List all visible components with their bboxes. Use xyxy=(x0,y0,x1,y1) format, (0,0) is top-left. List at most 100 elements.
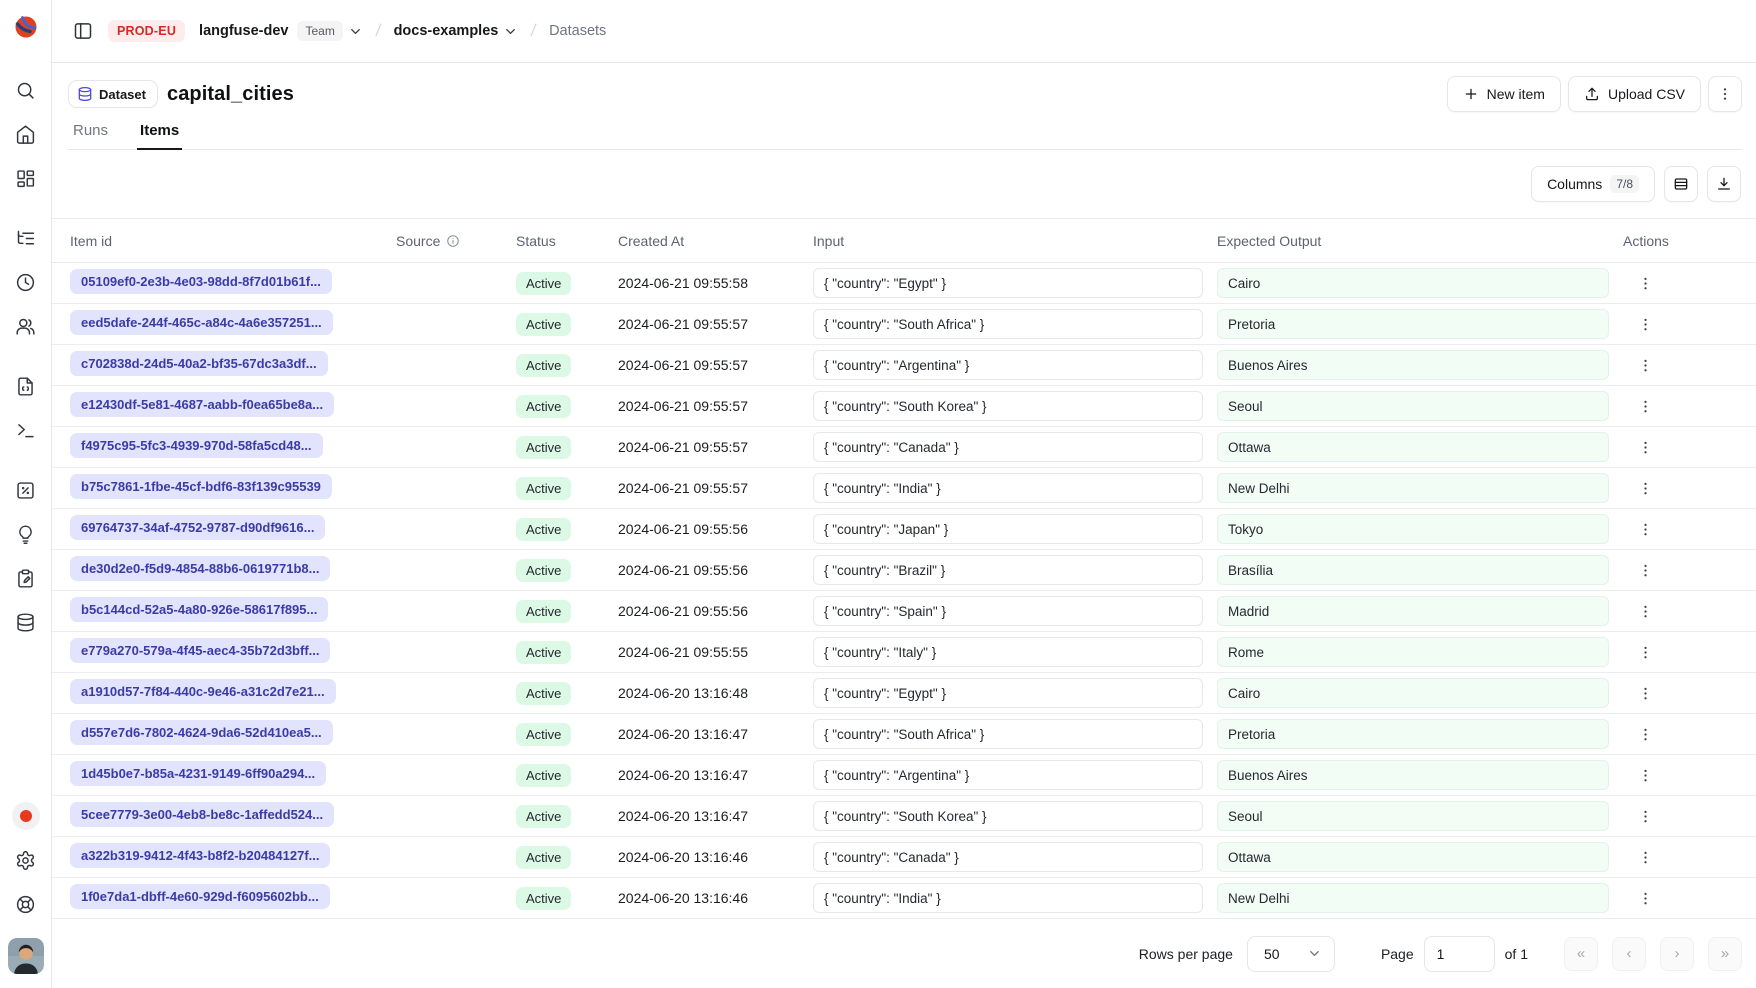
table-row[interactable]: e779a270-579a-4f45-aec4-35b72d3bff... Ac… xyxy=(52,632,1756,673)
item-id-link[interactable]: b75c7861-1fbe-45cf-bdf6-83f139c95539 xyxy=(70,474,332,499)
new-item-button[interactable]: New item xyxy=(1447,76,1561,112)
expected-output-value-box[interactable]: Madrid xyxy=(1217,596,1609,626)
expected-output-value-box[interactable]: Tokyo xyxy=(1217,514,1609,544)
tab-items[interactable]: Items xyxy=(137,122,182,150)
table-row[interactable]: 5cee7779-3e00-4eb8-be8c-1affedd524... Ac… xyxy=(52,796,1756,837)
expected-output-value-box[interactable]: Rome xyxy=(1217,637,1609,667)
input-value-box[interactable]: { "country": "Japan" } xyxy=(813,514,1203,544)
insights-lightbulb-icon[interactable] xyxy=(12,520,40,548)
input-value-box[interactable]: { "country": "India" } xyxy=(813,883,1203,913)
org-chevron-down-icon[interactable] xyxy=(348,24,363,39)
table-row[interactable]: a1910d57-7f84-440c-9e46-a31c2d7e21... Ac… xyxy=(52,673,1756,714)
table-row[interactable]: 69764737-34af-4752-9787-d90df9616... Act… xyxy=(52,509,1756,550)
evaluation-percent-icon[interactable] xyxy=(12,476,40,504)
dashboard-icon[interactable] xyxy=(12,164,40,192)
item-id-link[interactable]: c702838d-24d5-40a2-bf35-67dc3a3df... xyxy=(70,351,328,376)
input-value-box[interactable]: { "country": "Egypt" } xyxy=(813,268,1203,298)
table-row[interactable]: de30d2e0-f5d9-4854-88b6-0619771b8... Act… xyxy=(52,550,1756,591)
search-icon[interactable] xyxy=(12,76,40,104)
page-number-input[interactable] xyxy=(1424,936,1495,972)
input-value-box[interactable]: { "country": "Canada" } xyxy=(813,842,1203,872)
input-value-box[interactable]: { "country": "Spain" } xyxy=(813,596,1203,626)
item-id-link[interactable]: 1d45b0e7-b85a-4231-9149-6ff90a294... xyxy=(70,761,326,786)
expected-output-value-box[interactable]: Pretoria xyxy=(1217,719,1609,749)
input-value-box[interactable]: { "country": "Canada" } xyxy=(813,432,1203,462)
table-row[interactable]: d557e7d6-7802-4624-9da6-52d410ea5... Act… xyxy=(52,714,1756,755)
home-icon[interactable] xyxy=(12,120,40,148)
row-actions-button[interactable] xyxy=(1631,720,1659,748)
support-lifebuoy-icon[interactable] xyxy=(12,890,40,918)
expected-output-value-box[interactable]: Seoul xyxy=(1217,801,1609,831)
expected-output-value-box[interactable]: Brasília xyxy=(1217,555,1609,585)
user-avatar[interactable] xyxy=(8,938,44,974)
table-row[interactable]: 1f0e7da1-dbff-4e60-929d-f6095602bb... Ac… xyxy=(52,878,1756,919)
export-button[interactable] xyxy=(1707,166,1741,202)
item-id-link[interactable]: e12430df-5e81-4687-aabb-f0ea65be8a... xyxy=(70,392,334,417)
settings-gear-icon[interactable] xyxy=(12,846,40,874)
input-value-box[interactable]: { "country": "Brazil" } xyxy=(813,555,1203,585)
row-actions-button[interactable] xyxy=(1631,761,1659,789)
item-id-link[interactable]: 05109ef0-2e3b-4e03-98dd-8f7d01b61f... xyxy=(70,269,332,294)
rows-per-page-select[interactable]: 50 xyxy=(1247,936,1335,972)
row-actions-button[interactable] xyxy=(1631,802,1659,830)
table-row[interactable]: b5c144cd-52a5-4a80-926e-58617f895... Act… xyxy=(52,591,1756,632)
upload-csv-button[interactable]: Upload CSV xyxy=(1568,76,1701,112)
sidebar-toggle-icon[interactable] xyxy=(68,16,98,46)
row-actions-button[interactable] xyxy=(1631,556,1659,584)
input-value-box[interactable]: { "country": "South Korea" } xyxy=(813,391,1203,421)
table-row[interactable]: 1d45b0e7-b85a-4231-9149-6ff90a294... Act… xyxy=(52,755,1756,796)
last-page-button[interactable]: » xyxy=(1708,937,1742,971)
item-id-link[interactable]: 5cee7779-3e00-4eb8-be8c-1affedd524... xyxy=(70,802,334,827)
row-actions-button[interactable] xyxy=(1631,638,1659,666)
input-value-box[interactable]: { "country": "Argentina" } xyxy=(813,760,1203,790)
prompts-file-icon[interactable] xyxy=(12,372,40,400)
row-actions-button[interactable] xyxy=(1631,515,1659,543)
playground-terminal-icon[interactable] xyxy=(12,416,40,444)
table-row[interactable]: b75c7861-1fbe-45cf-bdf6-83f139c95539 Act… xyxy=(52,468,1756,509)
expected-output-value-box[interactable]: Buenos Aires xyxy=(1217,760,1609,790)
row-actions-button[interactable] xyxy=(1631,392,1659,420)
langfuse-logo-icon[interactable] xyxy=(13,14,39,40)
expected-output-value-box[interactable]: New Delhi xyxy=(1217,473,1609,503)
item-id-link[interactable]: a322b319-9412-4f43-b8f2-b20484127f... xyxy=(70,843,330,868)
prev-page-button[interactable]: ‹ xyxy=(1612,937,1646,971)
row-actions-button[interactable] xyxy=(1631,679,1659,707)
item-id-link[interactable]: 69764737-34af-4752-9787-d90df9616... xyxy=(70,515,325,540)
expected-output-value-box[interactable]: Pretoria xyxy=(1217,309,1609,339)
item-id-link[interactable]: f4975c95-5fc3-4939-970d-58fa5cd48... xyxy=(70,433,323,458)
project-chevron-down-icon[interactable] xyxy=(503,24,518,39)
recording-indicator-icon[interactable] xyxy=(12,802,40,830)
annotation-clipboard-icon[interactable] xyxy=(12,564,40,592)
table-row[interactable]: f4975c95-5fc3-4939-970d-58fa5cd48... Act… xyxy=(52,427,1756,468)
org-name[interactable]: langfuse-dev xyxy=(199,23,288,39)
info-icon[interactable] xyxy=(446,234,460,248)
datasets-database-icon[interactable] xyxy=(12,608,40,636)
header-more-actions-button[interactable] xyxy=(1708,76,1742,112)
item-id-link[interactable]: 1f0e7da1-dbff-4e60-929d-f6095602bb... xyxy=(70,884,330,909)
row-actions-button[interactable] xyxy=(1631,310,1659,338)
item-id-link[interactable]: a1910d57-7f84-440c-9e46-a31c2d7e21... xyxy=(70,679,336,704)
row-actions-button[interactable] xyxy=(1631,884,1659,912)
row-height-button[interactable] xyxy=(1664,166,1698,202)
next-page-button[interactable]: › xyxy=(1660,937,1694,971)
expected-output-value-box[interactable]: Cairo xyxy=(1217,678,1609,708)
expected-output-value-box[interactable]: Buenos Aires xyxy=(1217,350,1609,380)
tab-runs[interactable]: Runs xyxy=(70,122,111,149)
table-row[interactable]: a322b319-9412-4f43-b8f2-b20484127f... Ac… xyxy=(52,837,1756,878)
row-actions-button[interactable] xyxy=(1631,843,1659,871)
input-value-box[interactable]: { "country": "South Korea" } xyxy=(813,801,1203,831)
input-value-box[interactable]: { "country": "South Africa" } xyxy=(813,309,1203,339)
row-actions-button[interactable] xyxy=(1631,351,1659,379)
row-actions-button[interactable] xyxy=(1631,269,1659,297)
row-actions-button[interactable] xyxy=(1631,474,1659,502)
item-id-link[interactable]: eed5dafe-244f-465c-a84c-4a6e357251... xyxy=(70,310,333,335)
item-id-link[interactable]: b5c144cd-52a5-4a80-926e-58617f895... xyxy=(70,597,328,622)
row-actions-button[interactable] xyxy=(1631,597,1659,625)
item-id-link[interactable]: de30d2e0-f5d9-4854-88b6-0619771b8... xyxy=(70,556,330,581)
input-value-box[interactable]: { "country": "Egypt" } xyxy=(813,678,1203,708)
input-value-box[interactable]: { "country": "India" } xyxy=(813,473,1203,503)
table-row[interactable]: e12430df-5e81-4687-aabb-f0ea65be8a... Ac… xyxy=(52,386,1756,427)
users-icon[interactable] xyxy=(12,312,40,340)
expected-output-value-box[interactable]: Cairo xyxy=(1217,268,1609,298)
item-id-link[interactable]: e779a270-579a-4f45-aec4-35b72d3bff... xyxy=(70,638,330,663)
